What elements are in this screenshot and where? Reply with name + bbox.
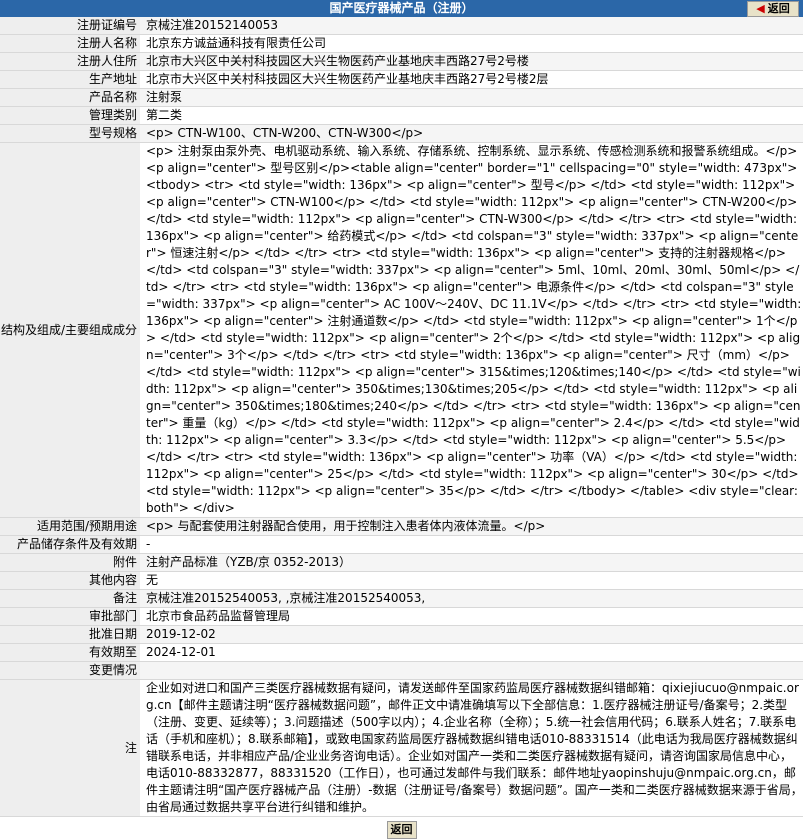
- field-value: 京械注准20152140053: [140, 17, 803, 35]
- table-row: 注企业如对进口和国产三类医疗器械数据有疑问，请发送邮件至国家药监局医疗器械数据纠…: [0, 679, 803, 817]
- field-value: 第二类: [140, 106, 803, 125]
- footer: 返回: [0, 817, 803, 839]
- field-label: 结构及组成/主要组成成分: [0, 142, 140, 518]
- field-value: <p> 与配套使用注射器配合使用，用于控制注入患者体内液体流量。</p>: [140, 517, 803, 536]
- arrow-left-icon: ◀: [756, 2, 765, 15]
- field-value: 北京东方诚益通科技有限责任公司: [140, 34, 803, 53]
- table-row: 批准日期 2019-12-02: [0, 625, 803, 644]
- table-row: 生产地址 北京市大兴区中关村科技园区大兴生物医药产业基地庆丰西路27号2号楼2层: [0, 70, 803, 89]
- field-label: 备注: [0, 589, 140, 608]
- field-label: 产品名称: [0, 88, 140, 107]
- field-label: 有效期至: [0, 643, 140, 662]
- field-value: -: [140, 535, 803, 554]
- field-label: 注册人住所: [0, 52, 140, 71]
- field-label: 注: [0, 679, 140, 817]
- field-value: 北京市食品药品监督管理局: [140, 607, 803, 626]
- table-row: 备注 京械注准20152540053, ,京械注准20152540053,: [0, 589, 803, 608]
- table-row: 变更情况: [0, 661, 803, 680]
- table-row: 产品名称 注射泵: [0, 88, 803, 107]
- detail-table: 注册证编号 京械注准20152140053 注册人名称 北京东方诚益通科技有限责任公司…: [0, 17, 803, 817]
- field-value: 2024-12-01: [140, 643, 803, 662]
- field-label: 管理类别: [0, 106, 140, 125]
- table-row: 注册证编号 京械注准20152140053: [0, 17, 803, 35]
- field-label: 产品储存条件及有效期: [0, 535, 140, 554]
- field-label: 生产地址: [0, 70, 140, 89]
- page-title: 国产医疗器械产品（注册）: [329, 1, 474, 15]
- field-value: 北京市大兴区中关村科技园区大兴生物医药产业基地庆丰西路27号2号楼2层: [140, 70, 803, 89]
- field-label: 附件: [0, 553, 140, 572]
- table-row: 其他内容无: [0, 571, 803, 590]
- table-row: 有效期至 2024-12-01: [0, 643, 803, 662]
- table-row: 型号规格 <p> CTN-W100、CTN-W200、CTN-W300</p>: [0, 124, 803, 143]
- field-value: <p> CTN-W100、CTN-W200、CTN-W300</p>: [140, 124, 803, 143]
- table-row: 适用范围/预期用途 <p> 与配套使用注射器配合使用，用于控制注入患者体内液体流量…: [0, 517, 803, 536]
- back-button-bottom[interactable]: 返回: [386, 821, 417, 839]
- field-value: 注射产品标准（YZB/京 0352-2013）: [140, 553, 803, 572]
- table-row: 管理类别 第二类: [0, 106, 803, 125]
- table-row: 审批部门 北京市食品药品监督管理局: [0, 607, 803, 626]
- field-label: 审批部门: [0, 607, 140, 626]
- field-label: 其他内容: [0, 571, 140, 590]
- table-row: 结构及组成/主要组成成分 <p> 注射泵由泵外壳、电机驱动系统、输入系统、存储系统…: [0, 142, 803, 518]
- field-value: 2019-12-02: [140, 625, 803, 644]
- table-row: 附件 注射产品标准（YZB/京 0352-2013）: [0, 553, 803, 572]
- field-value: 企业如对进口和国产三类医疗器械数据有疑问，请发送邮件至国家药监局医疗器械数据纠错…: [140, 679, 803, 817]
- table-row: 注册人名称 北京东方诚益通科技有限责任公司: [0, 34, 803, 53]
- field-label: 变更情况: [0, 661, 140, 680]
- field-value: 注射泵: [140, 88, 803, 107]
- field-label: 型号规格: [0, 124, 140, 143]
- field-label: 批准日期: [0, 625, 140, 644]
- field-label: 适用范围/预期用途: [0, 517, 140, 536]
- field-label: 注册证编号: [0, 17, 140, 35]
- back-button-top[interactable]: ◀ 返回: [747, 1, 799, 17]
- page-header: 国产医疗器械产品（注册） ◀ 返回: [0, 0, 803, 17]
- field-value: 京械注准20152540053, ,京械注准20152540053,: [140, 589, 803, 608]
- table-row: 注册人住所 北京市大兴区中关村科技园区大兴生物医药产业基地庆丰西路27号2号楼: [0, 52, 803, 71]
- field-value: 北京市大兴区中关村科技园区大兴生物医药产业基地庆丰西路27号2号楼: [140, 52, 803, 71]
- back-button-label: 返回: [767, 2, 790, 15]
- table-row: 产品储存条件及有效期 -: [0, 535, 803, 554]
- field-value: <p> 注射泵由泵外壳、电机驱动系统、输入系统、存储系统、控制系统、显示系统、传…: [140, 142, 803, 518]
- field-value: [140, 661, 803, 680]
- field-label: 注册人名称: [0, 34, 140, 53]
- field-value: 无: [140, 571, 803, 590]
